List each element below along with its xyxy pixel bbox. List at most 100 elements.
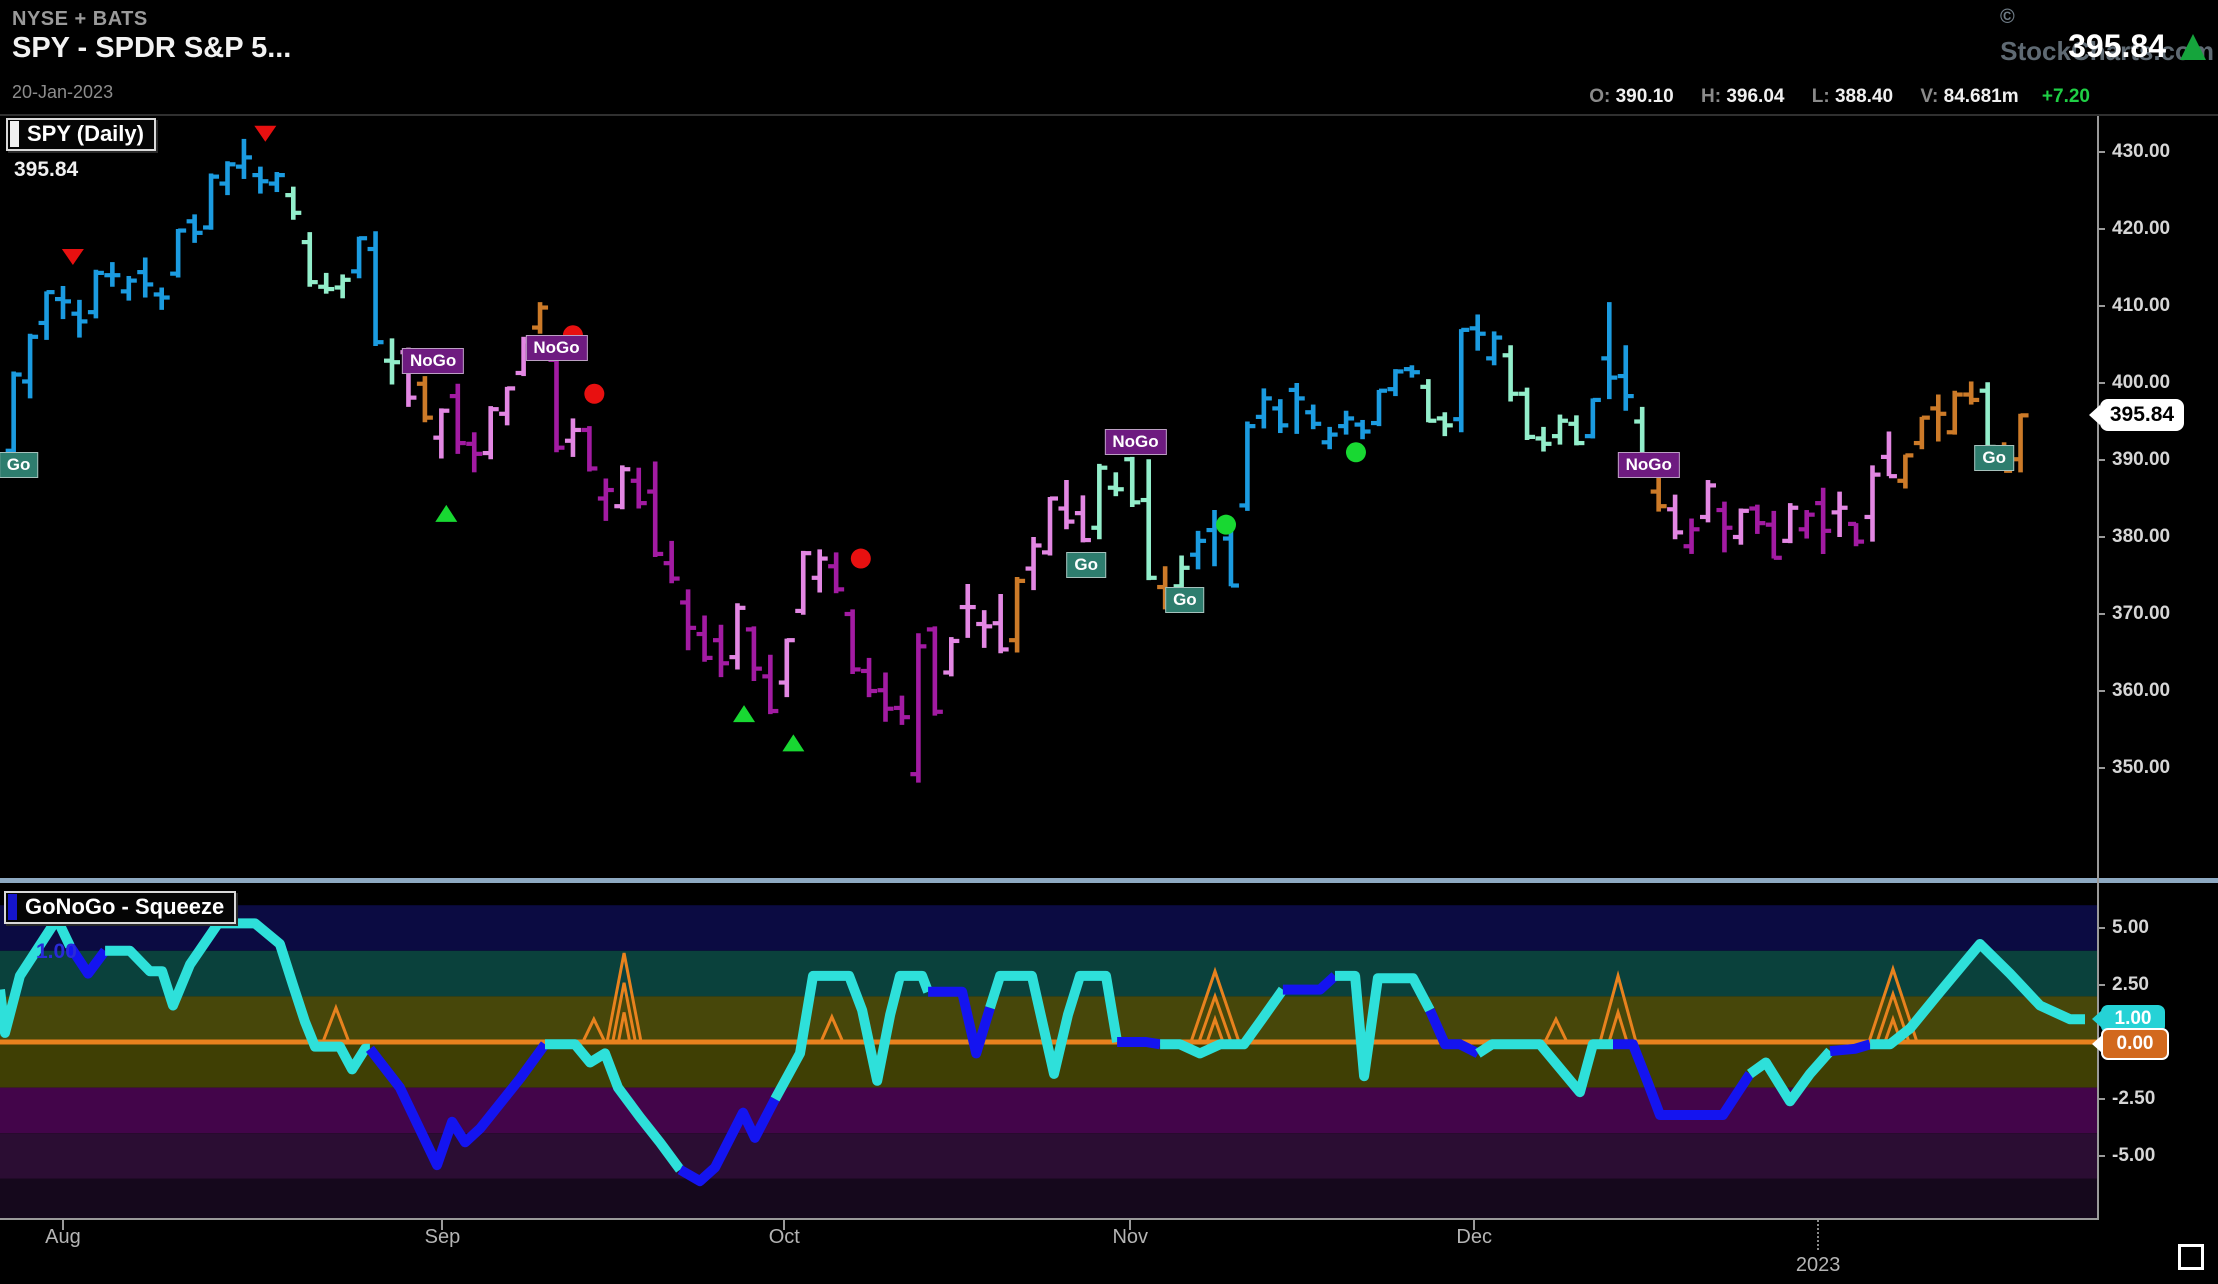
ohlc-bar	[88, 270, 104, 319]
panel-separator	[0, 878, 2218, 883]
ohlc-bar	[1420, 379, 1436, 422]
nogo-label: NoGo	[525, 335, 587, 361]
squeeze-legend-label: GoNoGo - Squeeze	[25, 894, 224, 920]
green-up-triangle-marker	[733, 705, 755, 722]
ohlc-bar	[1585, 398, 1601, 438]
ohlc-bar	[1058, 480, 1074, 529]
green-dot-marker	[1216, 515, 1236, 535]
ohlc-bar	[1387, 369, 1403, 396]
ohlc-bar	[417, 376, 433, 422]
ohlc-bar	[1947, 391, 1963, 435]
go-label: Go	[1165, 587, 1205, 613]
squeeze-zero-tag: 0.00	[2101, 1028, 2169, 1060]
ohlc-bar	[433, 408, 449, 458]
resize-handle[interactable]	[2178, 1244, 2204, 1270]
year-label: 2023	[1796, 1254, 1841, 1277]
price-axis-label: 420.00	[2112, 218, 2170, 240]
squeeze-value-label: 1.00	[36, 940, 77, 964]
price-axis-tick	[2097, 151, 2105, 153]
price-axis-label: 430.00	[2112, 141, 2170, 163]
ohlc-bar	[927, 626, 943, 715]
ohlc-bar	[1897, 455, 1913, 489]
red-down-triangle-marker	[254, 126, 276, 142]
month-label: Aug	[45, 1226, 81, 1249]
ohlc-bar	[154, 288, 170, 310]
ohlc-bar	[1486, 331, 1502, 365]
ohlc-bar	[1091, 464, 1107, 539]
month-label: Oct	[769, 1226, 800, 1249]
ohlc-bar	[1536, 427, 1552, 452]
ohlc-bar	[697, 616, 713, 662]
ohlc-bar	[795, 551, 811, 615]
price-chart	[0, 116, 2097, 880]
squeeze-axis-label: 5.00	[2112, 917, 2149, 939]
ohlc-bar	[1684, 519, 1700, 554]
ohlc-bar	[285, 187, 301, 220]
open-label: O:	[1589, 86, 1610, 107]
symbol-title: SPY - SPDR S&P 5...	[12, 32, 291, 65]
ohlc-bar	[1305, 405, 1321, 430]
ohlc-bar	[878, 673, 894, 722]
ohlc-bar	[1618, 345, 1634, 410]
ohlc-bar	[269, 172, 285, 192]
green-up-triangle-marker	[782, 734, 804, 751]
ohlc-bar	[1453, 329, 1469, 432]
ohlc-bar	[1848, 523, 1864, 546]
squeeze-band	[0, 905, 2097, 951]
ohlc-bar	[1223, 529, 1239, 586]
go-label: Go	[1066, 552, 1106, 578]
ohlc-bar	[1733, 509, 1749, 545]
price-axis-label: 390.00	[2112, 449, 2170, 471]
ohlc-bar	[713, 625, 729, 677]
ohlc-bar	[1256, 388, 1272, 428]
ohlc-bar	[845, 609, 861, 674]
ohlc-bar	[647, 462, 663, 557]
price-axis-tick	[2097, 228, 2105, 230]
price-up-triangle-icon	[2180, 34, 2206, 60]
nogo-label: NoGo	[402, 348, 464, 374]
ohlc-bar	[187, 214, 203, 242]
last-price: 395.84	[2068, 28, 2166, 65]
ohlc-bar	[1667, 495, 1683, 540]
ohlc-bar	[1881, 432, 1897, 477]
ohlc-bar	[1470, 314, 1486, 350]
chart-window: NYSE + BATS SPY - SPDR S&P 5... 20-Jan-2…	[0, 0, 2218, 1284]
ohlc-bar	[1782, 503, 1798, 543]
main-legend-value: 395.84	[14, 158, 78, 182]
ohlc-bar	[1272, 399, 1288, 433]
squeeze-band	[0, 1133, 2097, 1179]
ohlc-bar	[1519, 388, 1535, 440]
ohlc-bar	[22, 334, 38, 399]
squeeze-axis-tick	[2097, 984, 2105, 986]
ohlc-bar	[894, 696, 910, 725]
ohlc-bar	[1289, 383, 1305, 434]
price-axis-label: 410.00	[2112, 295, 2170, 317]
ohlc-bar	[1914, 417, 1930, 449]
ohlc-bar	[1026, 537, 1042, 590]
ohlc-bar	[532, 302, 548, 334]
ohlc-bar	[203, 174, 219, 230]
ohlc-bar	[1749, 505, 1765, 534]
ohlc-bar	[746, 626, 762, 681]
ohlc-bar	[1930, 395, 1946, 442]
ohlc-bar	[39, 291, 55, 340]
volume-value: 84.681m	[1944, 86, 2019, 107]
ohlc-bar	[1190, 531, 1206, 570]
ohlc-bar	[1963, 381, 1979, 404]
ohlc-bar	[1799, 510, 1815, 538]
exchange-label: NYSE + BATS	[12, 8, 148, 31]
ohlcv-row: O: 390.10 H: 396.04 L: 388.40 V: 84.681m…	[1589, 86, 2090, 108]
price-axis-tick	[2097, 305, 2105, 307]
ohlc-bar	[993, 594, 1009, 653]
month-label: Nov	[1112, 1226, 1148, 1249]
ohlc-bar	[1700, 480, 1716, 522]
ohlc-bar	[121, 276, 137, 301]
squeeze-chart	[0, 884, 2097, 1218]
ohlc-bar	[1815, 488, 1831, 554]
ohlc-bar	[450, 384, 466, 454]
squeeze-line-blue	[1117, 1042, 1160, 1044]
squeeze-axis-tick	[2097, 927, 2105, 929]
ohlc-bar	[466, 432, 482, 472]
ohlc-bar	[565, 418, 581, 457]
ohlc-bar	[1042, 497, 1058, 556]
